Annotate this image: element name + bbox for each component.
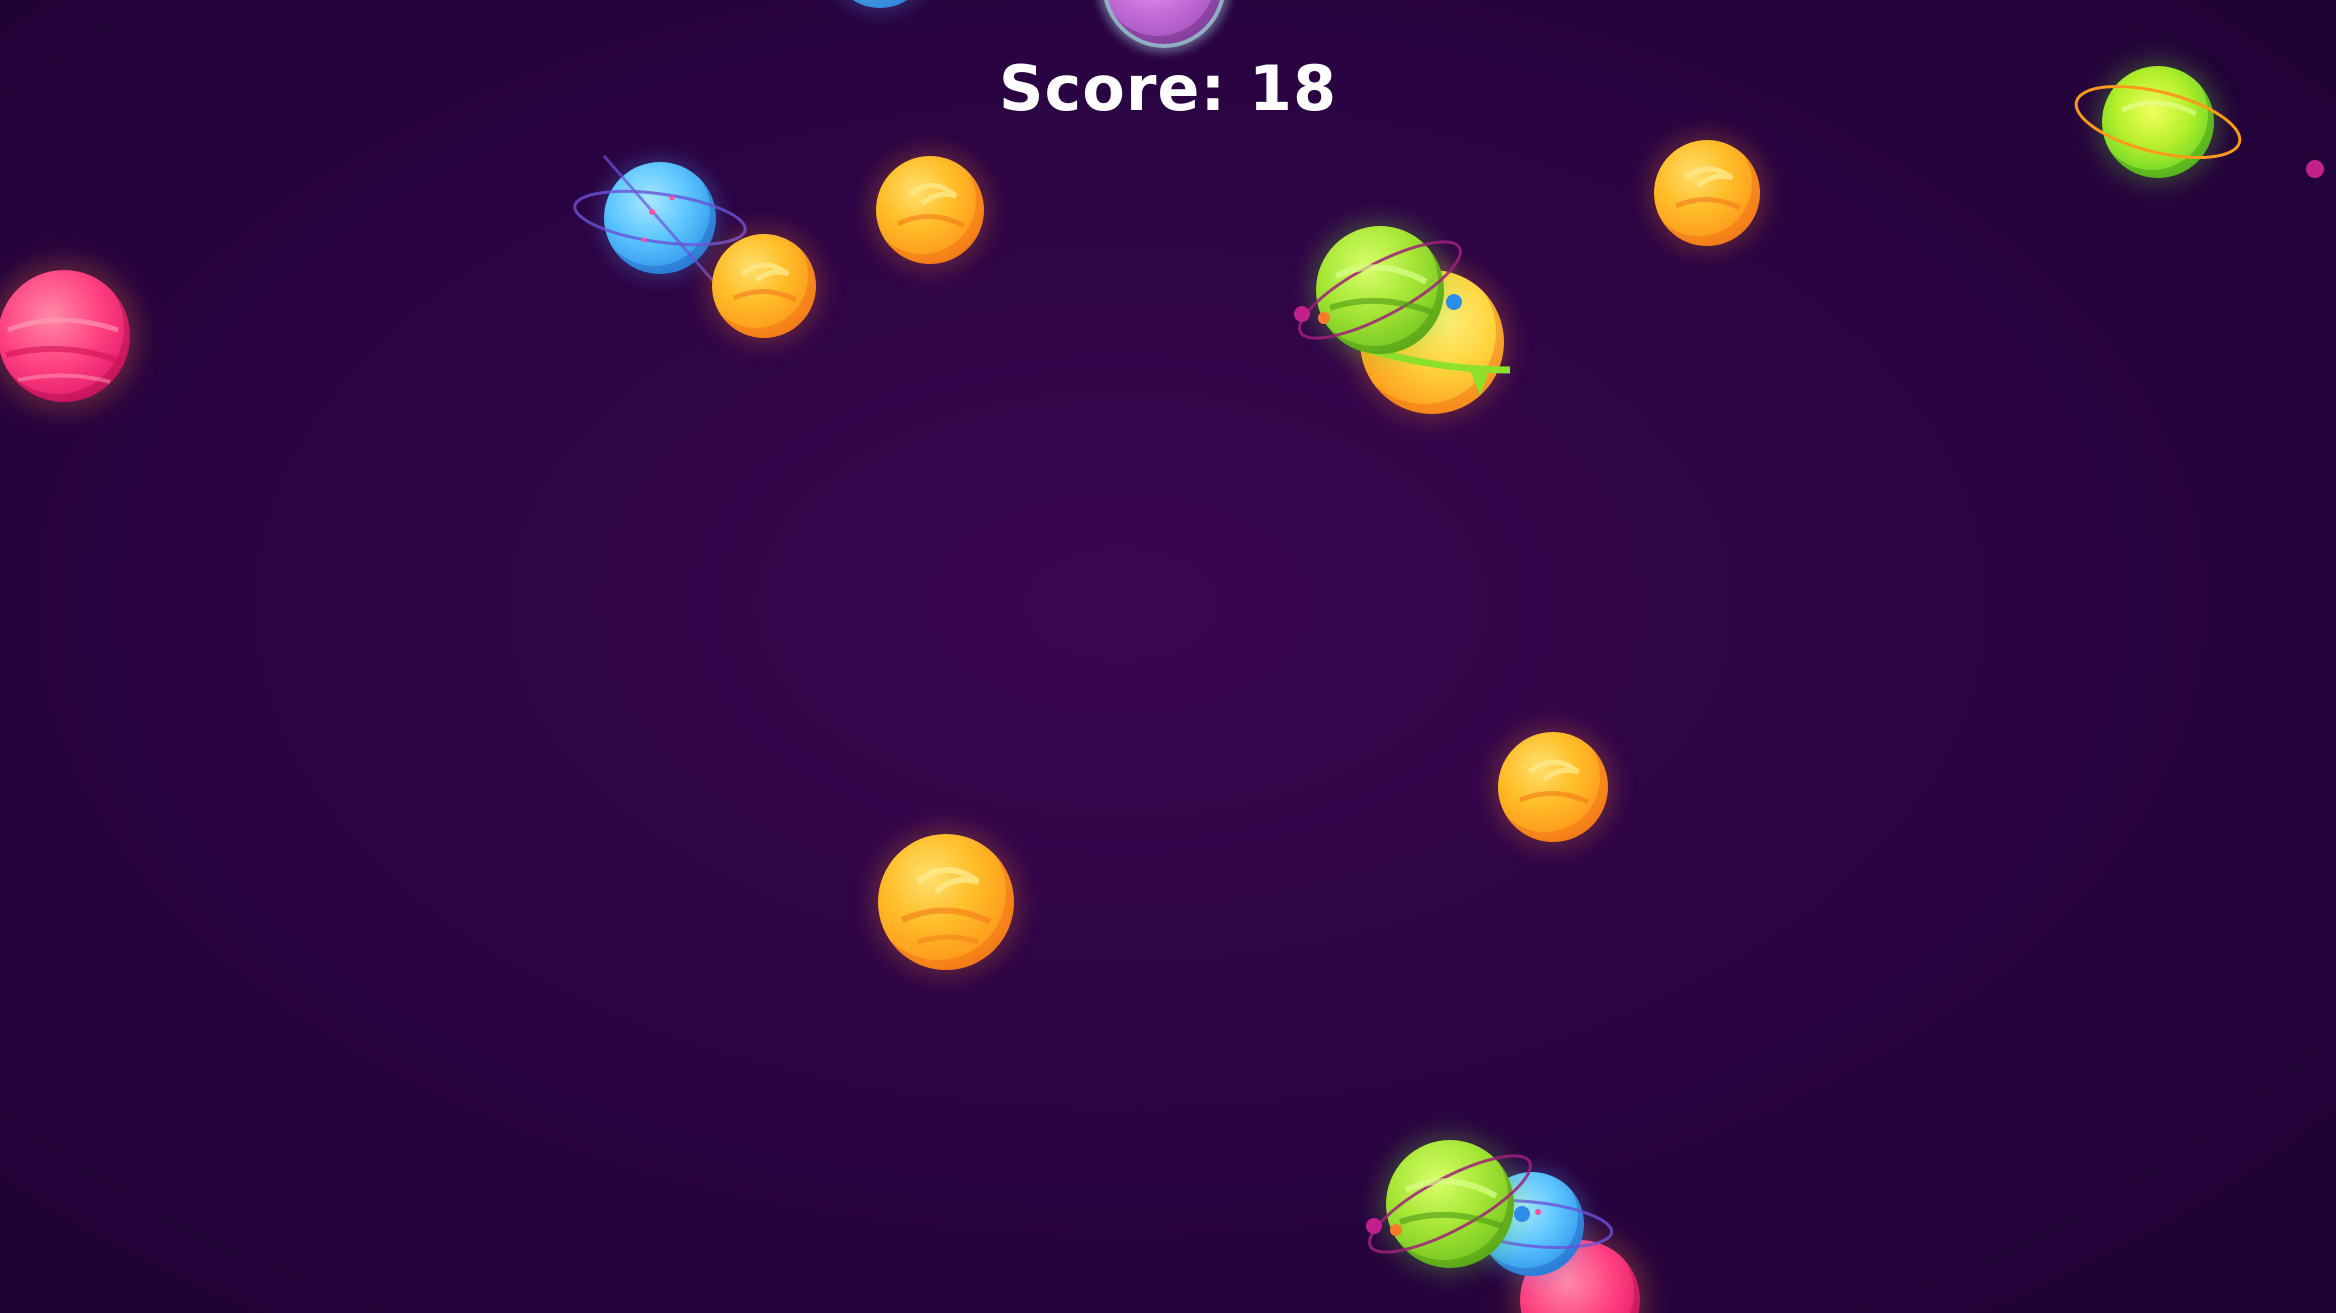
planet-orange-center[interactable]	[878, 834, 1014, 970]
score-display: Score: 18	[0, 52, 2336, 125]
planet-orange-center-right[interactable]	[1498, 732, 1608, 842]
planet-pink-left[interactable]	[0, 270, 130, 402]
planet-orange-top-a[interactable]	[712, 234, 816, 338]
planet-green-ringed-bottom[interactable]	[1366, 1140, 1532, 1268]
planet-violet-top-edge[interactable]	[1102, 0, 1226, 48]
planet-green-ringed-mid[interactable]	[1294, 226, 1462, 354]
planet-orange-top-b[interactable]	[876, 156, 984, 264]
planet-green-ringed-top-right[interactable]	[2074, 66, 2242, 178]
game-playfield[interactable]: Score: 18	[0, 0, 2336, 1313]
planet-blue-top-edge[interactable]	[830, 0, 930, 8]
planet-orange-top-right[interactable]	[1654, 140, 1760, 246]
score-label: Score: 18	[998, 52, 1338, 125]
planet-right-edge-moon[interactable]	[2306, 160, 2324, 178]
planet-blue-ringed-top[interactable]	[573, 155, 747, 283]
